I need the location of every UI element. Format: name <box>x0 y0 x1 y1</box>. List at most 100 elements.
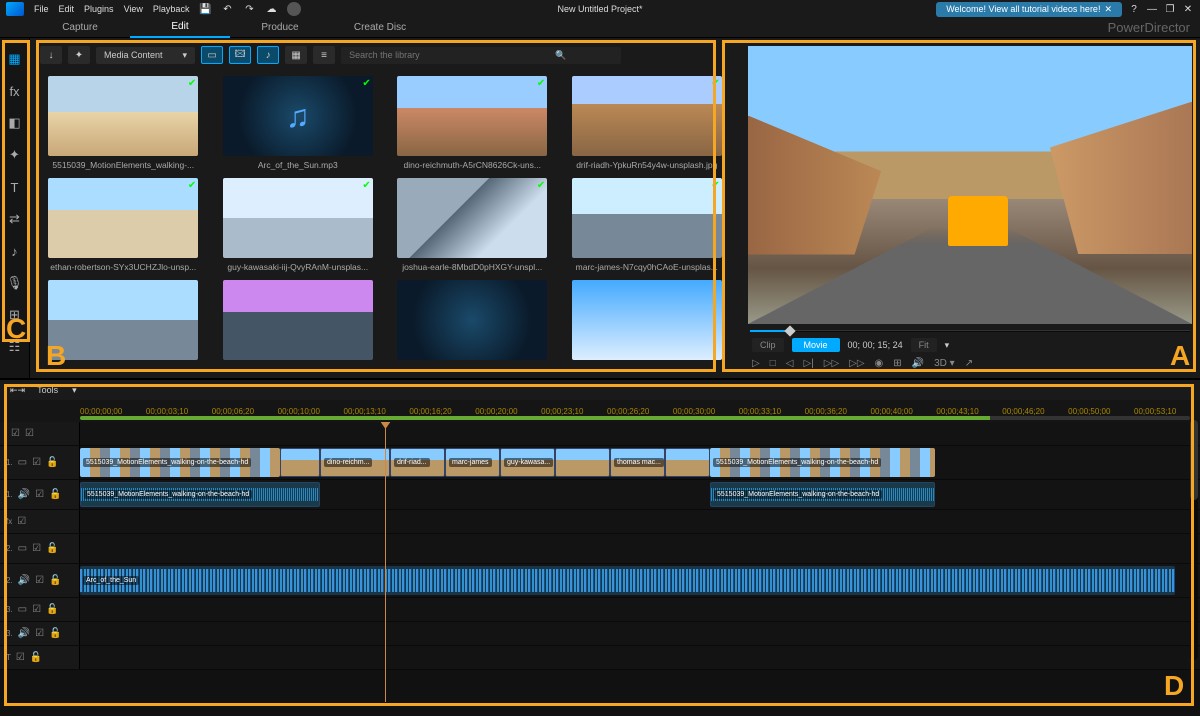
media-item[interactable]: ✔ethan-robertson-SYx3UCHZJlo-unsp... <box>40 178 207 272</box>
chapter-room-icon[interactable]: ⊞ <box>6 306 24 324</box>
track-lane[interactable] <box>80 510 1200 533</box>
track-lane[interactable]: Arc_of_the_Sun <box>80 564 1200 597</box>
menu-file[interactable]: File <box>34 4 49 14</box>
timeline-clip[interactable]: thomas mac... <box>610 448 665 477</box>
menu-edit[interactable]: Edit <box>59 4 75 14</box>
track-header[interactable]: 1.🔊☑🔓 <box>0 480 80 509</box>
tutorial-button[interactable]: Welcome! View all tutorial videos here! … <box>936 2 1122 17</box>
track-toggle-icon[interactable]: ☑ <box>35 575 44 586</box>
stop-icon[interactable]: □ <box>770 358 776 369</box>
track-toggle-icon[interactable]: 🔓 <box>46 604 58 615</box>
track-lane[interactable] <box>80 622 1200 645</box>
search-icon[interactable]: 🔍 <box>555 50 566 61</box>
redo-icon[interactable]: ↷ <box>243 3 255 15</box>
track-toggle-icon[interactable]: 🔓 <box>46 457 58 468</box>
track-header[interactable]: 2.▭☑🔓 <box>0 534 80 563</box>
help-icon[interactable]: ? <box>1128 3 1140 15</box>
timeline-clip[interactable]: dino-reichm... <box>320 448 390 477</box>
fx-room-icon[interactable]: fx <box>6 82 24 100</box>
track-toggle-icon[interactable]: 🔓 <box>49 489 61 500</box>
media-item[interactable] <box>389 280 556 364</box>
timeline-ruler[interactable]: 00;00;00;0000;00;03;1000;00;06;2000;00;1… <box>0 400 1200 422</box>
track-toggle-icon[interactable]: 🔊 <box>18 575 30 586</box>
track-toggle-icon[interactable]: ▭ <box>18 457 27 468</box>
media-thumb[interactable]: ✔ <box>397 76 547 156</box>
prev-frame-icon[interactable]: ◁ <box>786 358 794 369</box>
track-toggle-icon[interactable]: ☑ <box>25 428 34 439</box>
track-toggle-icon[interactable]: ☑ <box>16 652 25 663</box>
timeline-clip[interactable]: 5515039_MotionElements_walking-on-the-be… <box>80 448 280 477</box>
timeline-clip[interactable]: drif-riad... <box>390 448 445 477</box>
upload-icon[interactable]: ☁ <box>265 3 277 15</box>
timeline-clip[interactable]: Arc_of_the_Sun <box>80 566 1175 595</box>
timeline-clip[interactable]: marc-james <box>445 448 500 477</box>
preview-scrubber[interactable] <box>746 326 1194 336</box>
timeline-clip[interactable]: 5515039_MotionElements_walking-on-the-be… <box>710 448 935 477</box>
track-toggle-icon[interactable]: ☑ <box>17 516 26 527</box>
voice-room-icon[interactable]: 🎙 <box>6 274 24 292</box>
track-header[interactable]: 3.▭☑🔓 <box>0 598 80 621</box>
track-lane[interactable] <box>80 534 1200 563</box>
track-toggle-icon[interactable]: 🔓 <box>49 628 61 639</box>
timeline-clip[interactable]: 5515039_MotionElements_walking-on-the-be… <box>710 482 935 507</box>
popout-icon[interactable]: ↗ <box>965 358 973 369</box>
grid-view-button[interactable]: ▦ <box>285 46 307 64</box>
filter-audio-button[interactable]: ♪ <box>257 46 279 64</box>
media-thumb[interactable]: ✔ <box>572 76 722 156</box>
track-header[interactable]: 2.🔊☑🔓 <box>0 564 80 597</box>
track-toggle-icon[interactable]: ☑ <box>32 543 41 554</box>
chevron-down-icon[interactable]: ▾ <box>945 340 950 351</box>
maximize-icon[interactable]: ❐ <box>1164 3 1176 15</box>
track-toggle-icon[interactable]: 🔓 <box>30 652 42 663</box>
track-header[interactable]: 3.🔊☑🔓 <box>0 622 80 645</box>
track-toggle-icon[interactable]: 🔓 <box>46 543 58 554</box>
track-header[interactable]: T☑🔓 <box>0 646 80 669</box>
media-item[interactable]: ✔joshua-earle-8MbdD0pHXGY-unspl... <box>389 178 556 272</box>
track-header[interactable]: fx☑ <box>0 510 80 533</box>
track-lane[interactable] <box>80 422 1200 445</box>
timeline-clip[interactable] <box>555 448 610 477</box>
track-toggle-icon[interactable]: 🔓 <box>49 575 61 586</box>
grid-icon[interactable]: ⊞ <box>893 358 901 369</box>
search-box[interactable]: 🔍 <box>341 47 621 64</box>
3d-dropdown[interactable]: 3D ▾ <box>934 358 955 369</box>
preview-screen[interactable] <box>748 46 1192 324</box>
volume-icon[interactable]: 🔊 <box>912 358 924 369</box>
avatar-icon[interactable] <box>287 2 301 16</box>
media-item[interactable] <box>40 280 207 364</box>
playhead[interactable] <box>385 422 386 702</box>
menu-playback[interactable]: Playback <box>153 4 190 14</box>
save-icon[interactable]: 💾 <box>199 3 211 15</box>
filter-image-button[interactable]: 🖾 <box>229 46 251 64</box>
track-toggle-icon[interactable]: 🔊 <box>18 628 30 639</box>
media-item[interactable] <box>564 280 731 364</box>
track-toggle-icon[interactable]: ☑ <box>35 628 44 639</box>
media-item[interactable]: ✔guy-kawasaki-iij-QvyRAnM-unsplas... <box>215 178 382 272</box>
media-item[interactable] <box>215 280 382 364</box>
pip-room-icon[interactable]: ◧ <box>6 114 24 132</box>
minimize-icon[interactable]: — <box>1146 3 1158 15</box>
list-view-button[interactable]: ≡ <box>313 46 335 64</box>
media-thumb[interactable]: ✔ <box>572 178 722 258</box>
subtitle-room-icon[interactable]: ☷ <box>6 338 24 356</box>
track-header[interactable]: 1.▭☑🔓 <box>0 446 80 479</box>
next-frame-icon[interactable]: ▷| <box>803 358 813 369</box>
menu-view[interactable]: View <box>124 4 143 14</box>
track-lane[interactable]: 5515039_MotionElements_walking-on-the-be… <box>80 446 1200 479</box>
snap-icon[interactable]: ⇤⇥ <box>10 385 25 396</box>
media-thumb[interactable] <box>397 280 547 360</box>
particle-room-icon[interactable]: ✦ <box>6 146 24 164</box>
media-item[interactable]: ✔drif-riadh-YpkuRn54y4w-unsplash.jpg <box>564 76 731 170</box>
tab-edit[interactable]: Edit <box>130 17 230 38</box>
track-toggle-icon[interactable]: 🔊 <box>18 489 30 500</box>
track-toggle-icon[interactable]: ▭ <box>18 604 27 615</box>
media-thumb[interactable]: ✔ <box>223 178 373 258</box>
media-thumb[interactable]: ✔ <box>48 178 198 258</box>
track-lane[interactable] <box>80 646 1200 669</box>
media-room-icon[interactable]: ▦ <box>6 50 24 68</box>
audio-room-icon[interactable]: ♪ <box>6 242 24 260</box>
track-header[interactable]: ☑☑ <box>0 422 80 445</box>
tab-capture[interactable]: Capture <box>30 18 130 37</box>
timeline-clip[interactable]: 5515039_MotionElements_walking-on-the-be… <box>80 482 320 507</box>
media-thumb[interactable]: ♫✔ <box>223 76 373 156</box>
